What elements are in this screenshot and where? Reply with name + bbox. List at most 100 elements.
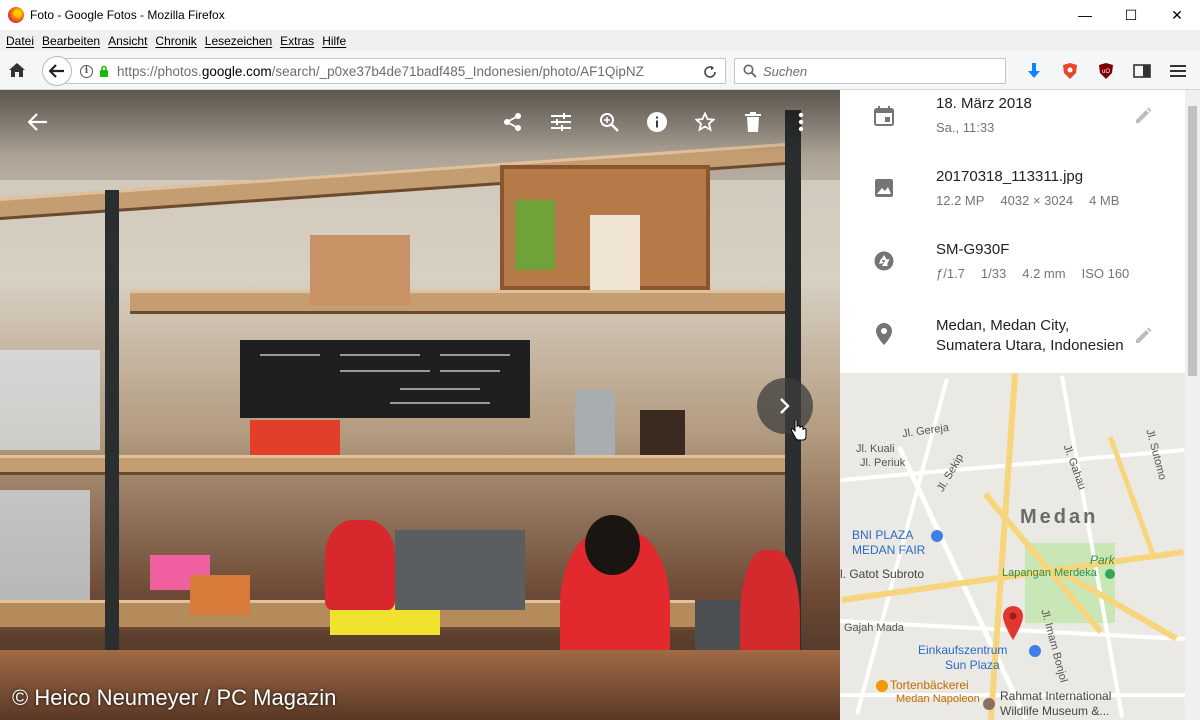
- info-megapixels: 12.2 MP: [936, 193, 985, 208]
- map-label: Gajah Mada: [844, 622, 904, 634]
- page-content: © Heico Neumeyer / PC Magazin 18. März 2…: [0, 90, 1200, 720]
- menu-chronik[interactable]: Chronik: [151, 34, 200, 48]
- map-city-label: Medan: [1020, 506, 1099, 528]
- zoom-in-icon: [600, 113, 619, 132]
- sidebar-icon: [1133, 64, 1151, 78]
- menu-hilfe[interactable]: Hilfe: [318, 34, 350, 48]
- sidebar-toggle-button[interactable]: [1124, 60, 1160, 82]
- info-time: Sa., 11:33: [936, 120, 994, 135]
- map-label: Wildlife Museum &...: [1000, 704, 1110, 718]
- star-icon: [695, 112, 715, 132]
- share-icon: [504, 113, 521, 131]
- menu-ansicht[interactable]: Ansicht: [104, 34, 151, 48]
- menu-bar: Datei Bearbeiten Ansicht Chronik Lesezei…: [0, 30, 1200, 51]
- maximize-button[interactable]: ☐: [1108, 0, 1154, 30]
- app-menu-button[interactable]: [1160, 60, 1196, 82]
- photo-shelf-crate: [310, 235, 410, 305]
- info-aperture: ƒ/1.7: [936, 266, 965, 281]
- brave-extension-button[interactable]: [1052, 60, 1088, 82]
- downloads-button[interactable]: [1016, 60, 1052, 82]
- site-info-icon[interactable]: i: [80, 64, 93, 78]
- shopping-poi-icon[interactable]: [931, 530, 943, 542]
- url-path: /search/_p0xe37b4de71badf485_Indonesien/…: [271, 63, 644, 79]
- info-filesize: 4 MB: [1089, 193, 1120, 208]
- url-bar[interactable]: i https://photos.google.com/search/_p0xe…: [58, 58, 726, 84]
- photo-menu-board: [240, 340, 530, 418]
- info-row-file: 20170318_113311.jpg 12.2 MP 4032 × 3024 …: [840, 163, 1185, 223]
- close-button[interactable]: ✕: [1154, 0, 1200, 30]
- more-vertical-icon: [798, 112, 804, 132]
- location-marker-icon[interactable]: [1003, 606, 1023, 640]
- chevron-right-icon: [780, 398, 790, 414]
- bakery-poi-icon[interactable]: [876, 680, 888, 692]
- map-label: Medan Napoleon: [896, 693, 980, 705]
- shopping-poi-icon[interactable]: [1029, 645, 1041, 657]
- url-text[interactable]: https://photos.google.com/search/_p0xe37…: [117, 64, 657, 79]
- info-resolution: 4032 × 3024: [1000, 193, 1074, 208]
- hand-cursor-icon: [790, 420, 807, 441]
- reload-button[interactable]: [701, 63, 719, 81]
- menu-datei[interactable]: Datei: [2, 34, 38, 48]
- vertical-scrollbar[interactable]: [1185, 90, 1200, 720]
- url-prefix: https://photos.: [117, 63, 202, 79]
- photo-shelf-middle: [0, 455, 800, 475]
- park-poi-icon[interactable]: [1105, 569, 1115, 579]
- info-location-line1: Medan, Medan City,: [936, 317, 1070, 334]
- pencil-edit-icon[interactable]: [1134, 327, 1152, 345]
- ublock-icon: uO: [1099, 63, 1113, 79]
- map-label: MEDAN FAIR: [852, 543, 926, 557]
- photo-orange-box: [190, 575, 250, 615]
- map-label: Jl. Gereja: [901, 421, 950, 441]
- more-options-button[interactable]: [789, 110, 813, 134]
- photo-red-items: [250, 420, 340, 455]
- shield-icon: [1063, 63, 1077, 79]
- back-button[interactable]: [42, 56, 72, 86]
- map-label: Rahmat International: [1000, 689, 1112, 703]
- photo-glasses: [0, 350, 100, 450]
- navigation-toolbar: i https://photos.google.com/search/_p0xe…: [0, 51, 1200, 90]
- image-icon: [872, 176, 896, 200]
- edit-adjust-button[interactable]: [549, 110, 573, 134]
- window-titlebar: Foto - Google Fotos - Mozilla Firefox — …: [0, 0, 1200, 30]
- map-label: Park: [1090, 553, 1115, 567]
- info-button[interactable]: [645, 110, 669, 134]
- url-host: google.com: [201, 63, 272, 79]
- download-arrow-icon: [1028, 63, 1040, 78]
- back-arrow-icon: [49, 64, 64, 78]
- menu-extras[interactable]: Extras: [276, 34, 318, 48]
- tune-icon: [551, 113, 571, 131]
- search-icon: [743, 64, 757, 78]
- share-button[interactable]: [501, 110, 525, 134]
- info-location-line2: Sumatera Utara, Indonesien: [936, 337, 1124, 354]
- menu-lesezeichen[interactable]: Lesezeichen: [201, 34, 276, 48]
- favorite-button[interactable]: [693, 110, 717, 134]
- photo-viewer[interactable]: © Heico Neumeyer / PC Magazin: [0, 90, 840, 720]
- location-map[interactable]: Jl. Gereja Jl. Kuali Jl. Periuk Jl. Gaha…: [840, 373, 1185, 720]
- photo-coffee-bag: [590, 215, 640, 290]
- museum-poi-icon[interactable]: [983, 698, 995, 710]
- map-label: Jl. Periuk: [860, 457, 906, 469]
- delete-button[interactable]: [741, 110, 765, 134]
- minimize-button[interactable]: —: [1062, 0, 1108, 30]
- ublock-extension-button[interactable]: uO: [1088, 60, 1124, 82]
- map-label: Tortenbäckerei: [890, 678, 969, 692]
- scrollbar-thumb[interactable]: [1188, 106, 1197, 376]
- photo-grinder: [575, 390, 615, 455]
- map-label: Jl. Gahau: [1060, 443, 1089, 492]
- map-label: Lapangan Merdeka: [1002, 567, 1097, 579]
- photo-watermark: © Heico Neumeyer / PC Magazin: [12, 685, 337, 710]
- info-exposure-details: ƒ/1.7 1/33 4.2 mm ISO 160: [936, 266, 1129, 281]
- lock-icon: [100, 65, 108, 77]
- photo-info-panel: 18. März 2018 Sa., 11:33 20170318_113311…: [840, 90, 1185, 373]
- pencil-edit-icon[interactable]: [1134, 107, 1152, 125]
- home-button[interactable]: [6, 59, 28, 81]
- photo-back-button[interactable]: [26, 110, 50, 134]
- calendar-icon: [872, 104, 896, 128]
- search-bar[interactable]: Suchen: [734, 58, 1006, 84]
- info-file-details: 12.2 MP 4032 × 3024 4 MB: [936, 193, 1119, 208]
- menu-bearbeiten[interactable]: Bearbeiten: [38, 34, 104, 48]
- map-label: Sun Plaza: [945, 658, 1000, 672]
- zoom-button[interactable]: [597, 110, 621, 134]
- photo-person: [325, 520, 395, 610]
- info-row-date: 18. März 2018 Sa., 11:33: [840, 90, 1185, 150]
